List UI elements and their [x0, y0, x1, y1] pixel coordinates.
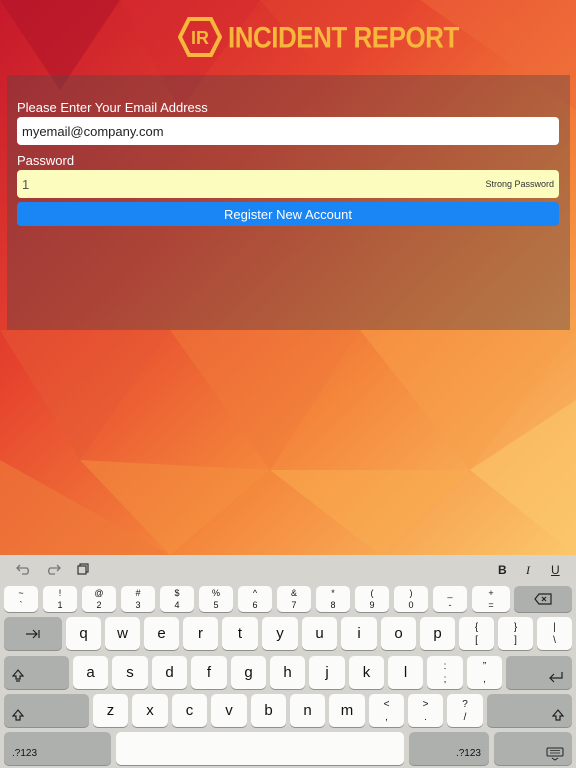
- key-y[interactable]: y: [262, 617, 298, 650]
- key-left-brace[interactable]: {[: [459, 617, 494, 650]
- key-r[interactable]: r: [183, 617, 218, 650]
- key-8[interactable]: * 8: [316, 586, 350, 612]
- email-value: myemail@company.com: [22, 123, 164, 139]
- paste-icon[interactable]: [77, 563, 89, 578]
- key-i[interactable]: i: [341, 617, 377, 650]
- bold-button[interactable]: B: [498, 563, 507, 577]
- key-backtick[interactable]: ~ `: [4, 586, 38, 612]
- key-e[interactable]: e: [144, 617, 179, 650]
- backspace-key[interactable]: [514, 586, 572, 612]
- key-3[interactable]: #3: [121, 586, 155, 612]
- key-w[interactable]: w: [105, 617, 140, 650]
- on-screen-keyboard: B I U ~ ` ! 1 @2 #3 $4 % 5 ^ 6 & 7 * 8 (9 ) 0 _…: [0, 555, 576, 768]
- register-button[interactable]: Register New Account: [17, 202, 559, 226]
- italic-button[interactable]: I: [526, 563, 530, 578]
- backspace-icon: [534, 593, 552, 605]
- key-p[interactable]: p: [420, 617, 455, 650]
- key-question[interactable]: ? /: [447, 694, 483, 727]
- right-shift-key[interactable]: [487, 694, 572, 727]
- key-c[interactable]: c: [172, 694, 207, 727]
- key-7[interactable]: & 7: [277, 586, 311, 612]
- redo-icon[interactable]: [45, 563, 61, 578]
- key-equals[interactable]: + =: [472, 586, 510, 612]
- key-m[interactable]: m: [329, 694, 365, 727]
- dismiss-keyboard-key[interactable]: [494, 732, 572, 765]
- key-s[interactable]: s: [112, 656, 148, 689]
- key-n[interactable]: n: [290, 694, 325, 727]
- hexagon-logo-icon: IR: [178, 17, 222, 57]
- email-field[interactable]: myemail@company.com: [17, 117, 559, 145]
- key-right-brace[interactable]: }]: [498, 617, 533, 650]
- password-value: 1: [22, 176, 30, 192]
- keyboard-toolbar: B I U: [0, 555, 576, 585]
- logo-mark-text: IR: [191, 28, 209, 48]
- keyboard-dismiss-icon: [546, 747, 564, 761]
- key-5[interactable]: % 5: [199, 586, 233, 612]
- key-a[interactable]: a: [73, 656, 108, 689]
- app-logo: IR INCIDENT REPORT: [178, 16, 459, 58]
- key-minus[interactable]: _ -: [433, 586, 467, 612]
- key-b[interactable]: b: [251, 694, 286, 727]
- key-4[interactable]: $4: [160, 586, 194, 612]
- app-title: INCIDENT REPORT: [228, 19, 459, 54]
- key-l[interactable]: l: [388, 656, 423, 689]
- undo-icon[interactable]: [16, 563, 32, 578]
- key-semicolon[interactable]: :;: [427, 656, 463, 689]
- left-shift-key[interactable]: [4, 694, 89, 727]
- password-label: Password: [17, 153, 75, 168]
- numbers-key-left[interactable]: .?123: [4, 732, 111, 765]
- password-field[interactable]: 1 Strong Password: [17, 170, 559, 198]
- tab-icon: [26, 629, 40, 638]
- key-less-than[interactable]: <,: [369, 694, 404, 727]
- return-icon: [549, 672, 563, 683]
- key-d[interactable]: d: [152, 656, 187, 689]
- space-bar[interactable]: [116, 732, 404, 765]
- email-label: Please Enter Your Email Address: [17, 100, 208, 115]
- key-u[interactable]: u: [302, 617, 337, 650]
- key-o[interactable]: o: [381, 617, 416, 650]
- key-h[interactable]: h: [270, 656, 305, 689]
- caps-lock-key[interactable]: [4, 656, 69, 689]
- password-strength-indicator: Strong Password: [485, 179, 554, 189]
- key-j[interactable]: j: [309, 656, 345, 689]
- key-f[interactable]: f: [191, 656, 227, 689]
- key-x[interactable]: x: [132, 694, 168, 727]
- key-pipe[interactable]: | \: [537, 617, 572, 650]
- key-t[interactable]: t: [222, 617, 258, 650]
- caps-lock-icon: [12, 669, 24, 682]
- key-z[interactable]: z: [93, 694, 128, 727]
- key-1[interactable]: ! 1: [43, 586, 77, 612]
- key-2[interactable]: @2: [82, 586, 116, 612]
- key-q[interactable]: q: [66, 617, 101, 650]
- tab-key[interactable]: [4, 617, 62, 650]
- key-quote[interactable]: ”,: [467, 656, 502, 689]
- shift-icon: [12, 709, 24, 721]
- key-6[interactable]: ^ 6: [238, 586, 272, 612]
- numbers-key-right[interactable]: .?123: [409, 732, 489, 765]
- key-9[interactable]: (9: [355, 586, 389, 612]
- return-key[interactable]: [506, 656, 572, 689]
- underline-button[interactable]: U: [551, 563, 560, 577]
- key-v[interactable]: v: [211, 694, 247, 727]
- key-greater-than[interactable]: >.: [408, 694, 443, 727]
- key-0[interactable]: ) 0: [394, 586, 428, 612]
- key-k[interactable]: k: [349, 656, 384, 689]
- shift-icon: [552, 709, 564, 721]
- key-g[interactable]: g: [231, 656, 266, 689]
